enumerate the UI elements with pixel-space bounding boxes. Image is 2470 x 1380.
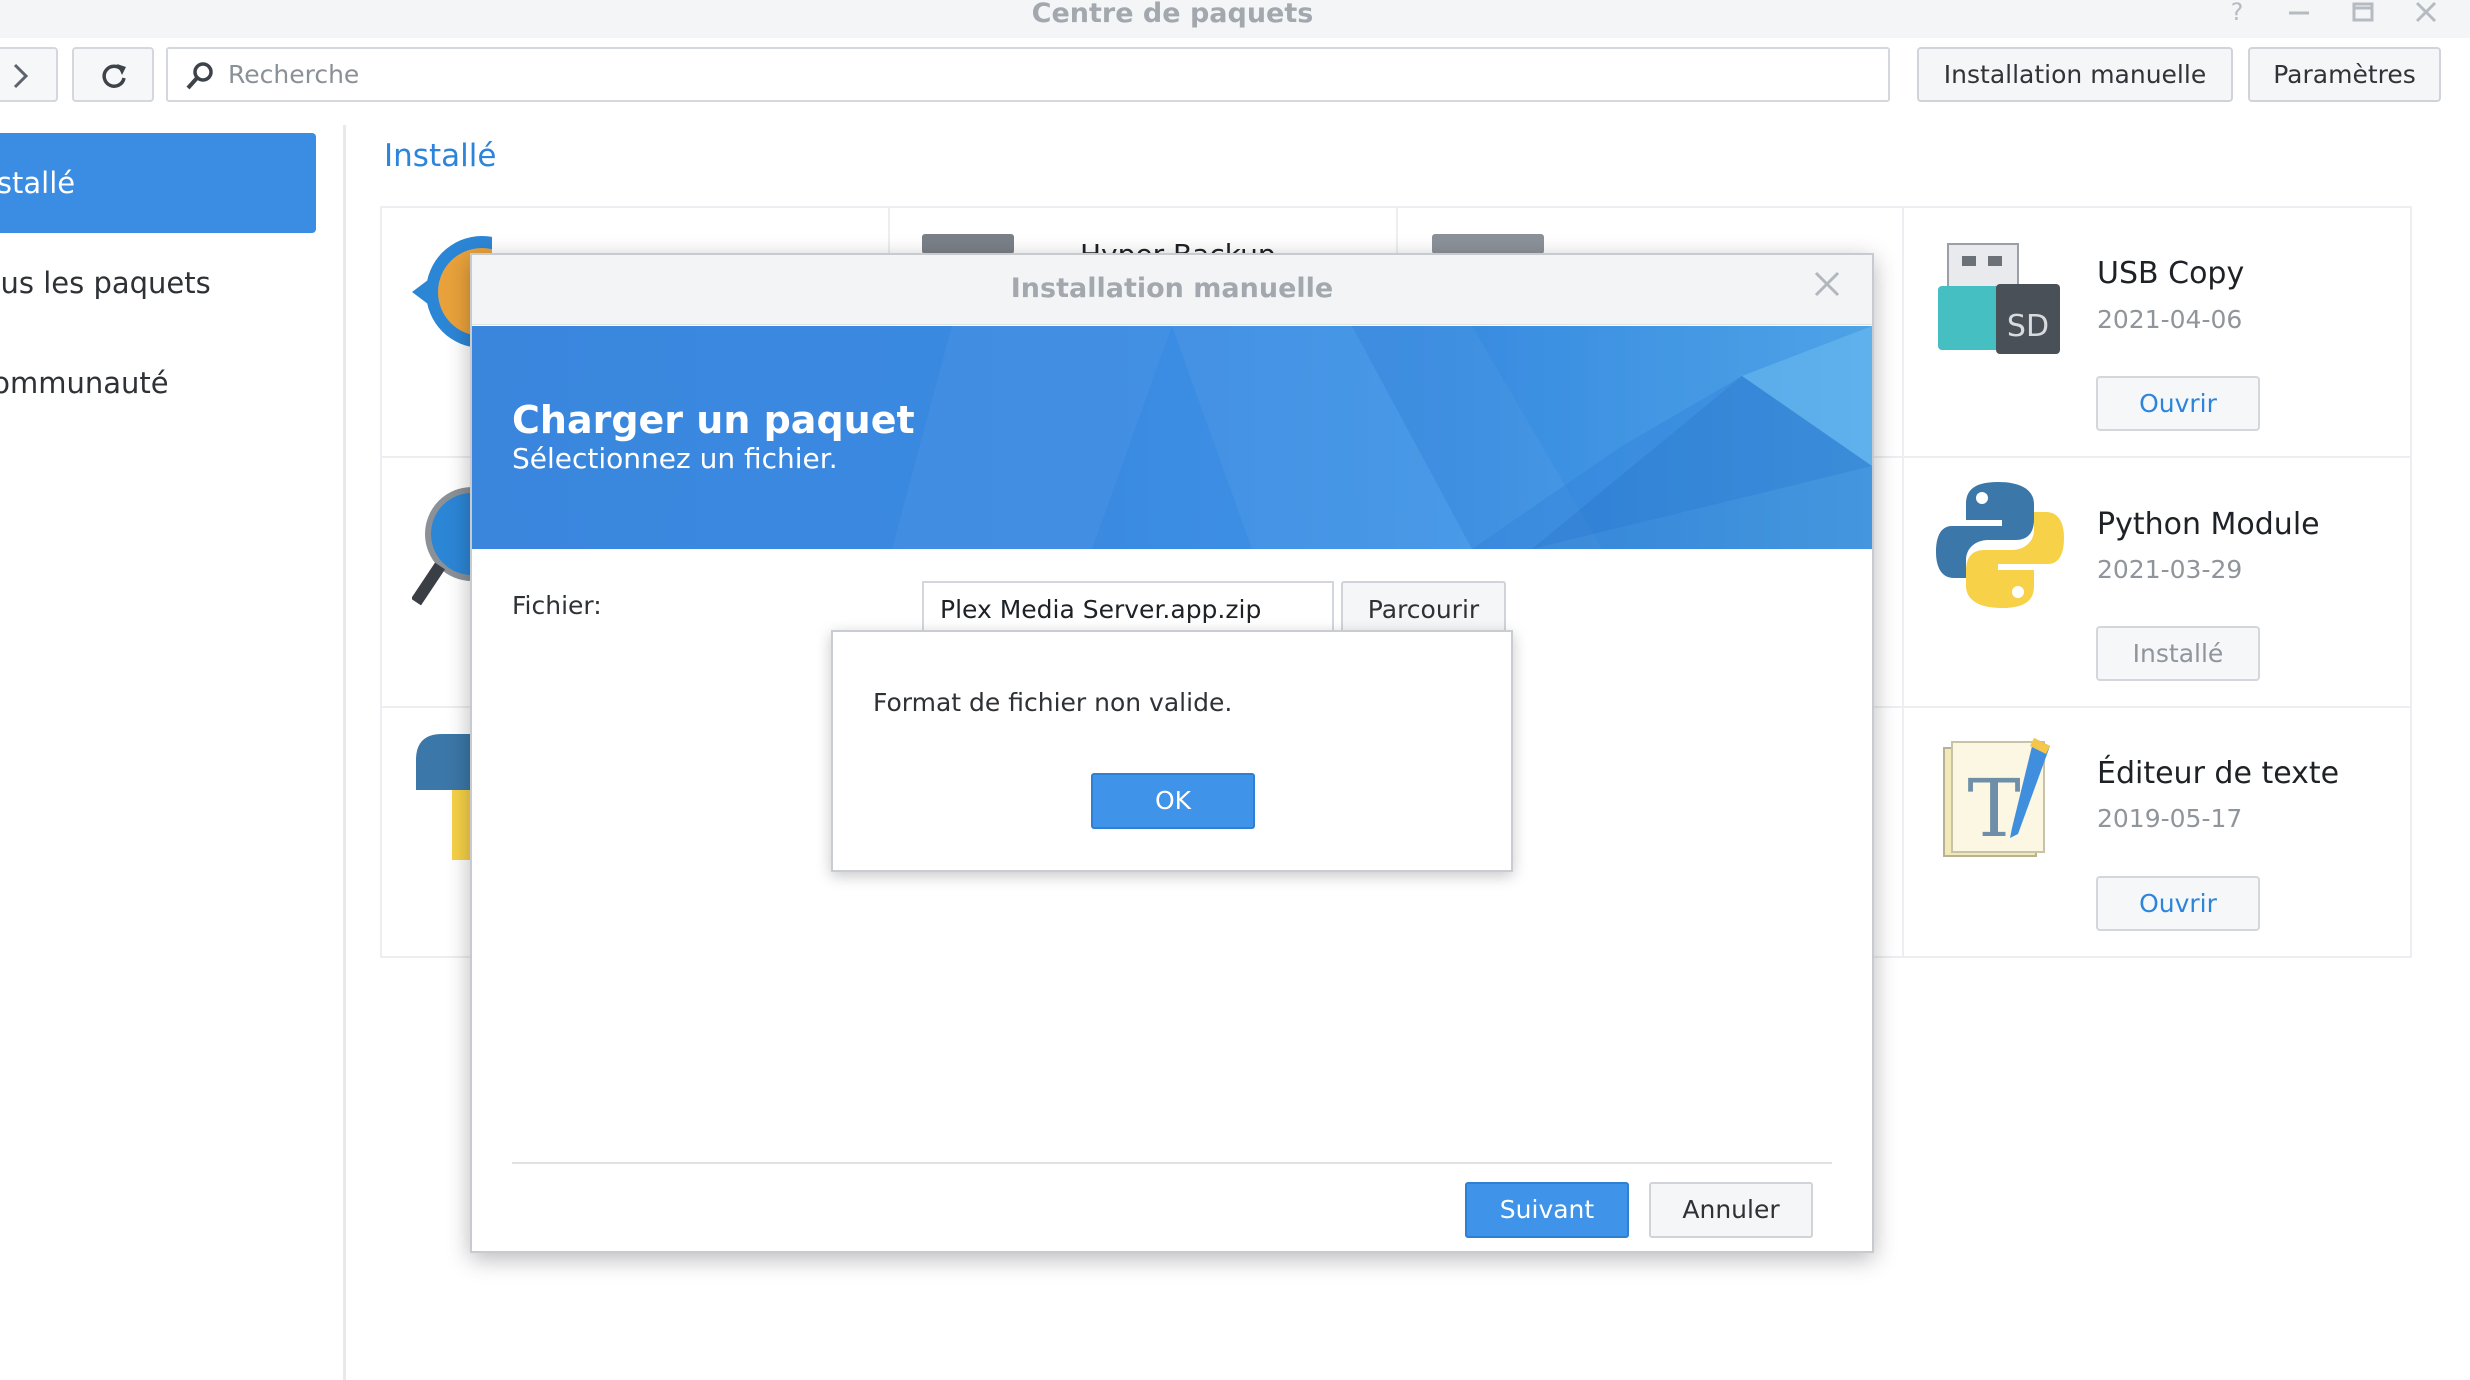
close-icon[interactable] <box>2411 0 2441 26</box>
grid-divider <box>1902 206 1904 958</box>
error-alert: Format de fichier non valide. OK <box>831 630 1513 872</box>
package-date: 2021-03-29 <box>2097 555 2243 584</box>
magnifier-icon <box>412 487 472 606</box>
dialog-title: Installation manuelle <box>1010 273 1334 304</box>
installed-button: Installé <box>2096 626 2260 681</box>
package-icon <box>1432 234 1544 254</box>
close-icon[interactable] <box>1812 269 1842 305</box>
next-button[interactable]: Suivant <box>1465 1182 1629 1238</box>
search-icon <box>186 62 213 90</box>
chevron-right-icon <box>13 63 29 89</box>
cancel-button[interactable]: Annuler <box>1649 1182 1813 1238</box>
refresh-button[interactable] <box>72 47 154 102</box>
dialog-header: Installation manuelle <box>472 255 1872 325</box>
file-label: Fichier: <box>512 591 602 620</box>
search-input[interactable]: Recherche <box>166 47 1890 102</box>
package-name-partial: Hyper Backup <box>1080 234 1276 254</box>
python-icon <box>1936 482 2064 608</box>
section-title: Installé <box>384 138 497 174</box>
sidebar-item-community[interactable]: Communauté <box>0 333 316 433</box>
minimize-icon[interactable] <box>2284 0 2314 26</box>
alert-message: Format de fichier non valide. <box>873 688 1233 717</box>
open-button[interactable]: Ouvrir <box>2096 376 2260 431</box>
package-date: 2021-04-06 <box>2097 305 2243 334</box>
window-titlebar: Centre de paquets ? <box>0 0 2470 38</box>
dialog-divider <box>512 1162 1832 1164</box>
svg-text:T: T <box>1967 762 2020 855</box>
banner-title: Charger un paquet <box>512 398 915 442</box>
manual-install-button[interactable]: Installation manuelle <box>1917 47 2233 102</box>
usb-sd-icon: SD <box>1938 243 2060 354</box>
settings-button[interactable]: Paramètres <box>2248 47 2441 102</box>
sidebar: Installé Tous les paquets Communauté <box>0 125 346 1380</box>
hyper-backup-icon <box>922 234 1014 254</box>
svg-text:SD: SD <box>2007 309 2049 344</box>
text-editor-icon: T <box>1943 738 2050 857</box>
package-name: Python Module <box>2097 507 2320 542</box>
dialog-banner: Charger un paquet Sélectionnez un fichie… <box>472 326 1872 549</box>
package-name: USB Copy <box>2097 256 2245 291</box>
ok-button[interactable]: OK <box>1091 773 1255 829</box>
help-icon[interactable]: ? <box>2222 0 2252 26</box>
package-date: 2019-05-17 <box>2097 804 2243 833</box>
forward-button[interactable] <box>0 47 58 102</box>
package-name: Éditeur de texte <box>2097 756 2340 791</box>
open-button[interactable]: Ouvrir <box>2096 876 2260 931</box>
banner-subtitle: Sélectionnez un fichier. <box>512 442 838 475</box>
window-title: Centre de paquets <box>1031 0 1314 29</box>
sidebar-item-all-packages[interactable]: Tous les paquets <box>0 233 316 333</box>
refresh-icon <box>102 64 126 88</box>
python-icon <box>416 734 472 860</box>
search-placeholder: Recherche <box>228 60 360 89</box>
maximize-icon[interactable] <box>2348 0 2378 26</box>
sidebar-item-installed[interactable]: Installé <box>0 133 316 233</box>
